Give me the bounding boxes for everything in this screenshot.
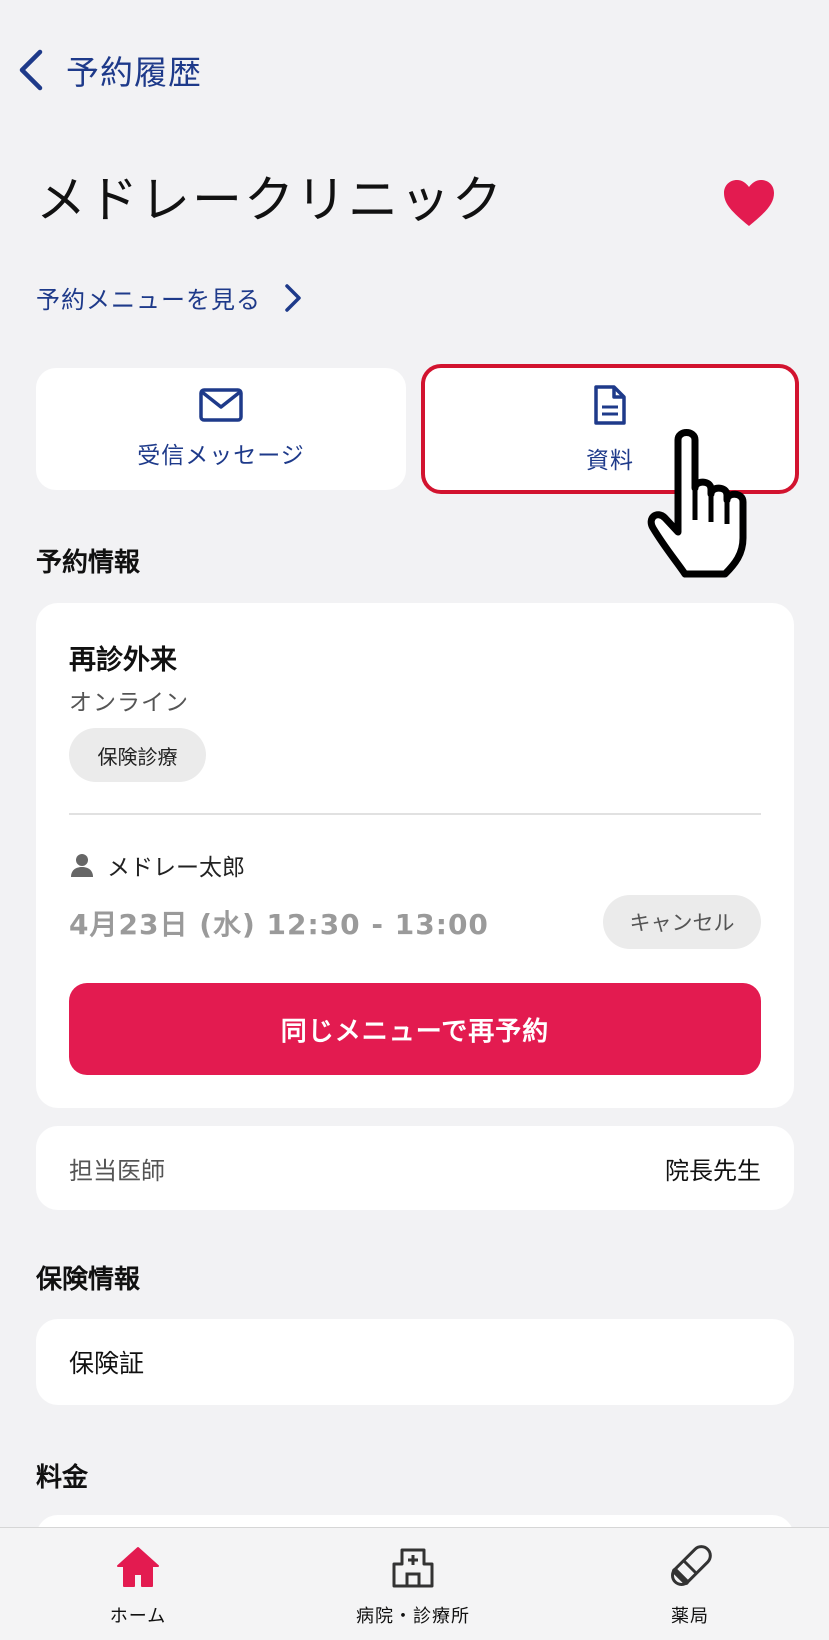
person-icon bbox=[69, 852, 95, 878]
patient-row: メドレー太郎 bbox=[69, 848, 245, 882]
documents-label: 資料 bbox=[586, 448, 634, 474]
doctor-label: 担当医師 bbox=[69, 1156, 165, 1185]
bottom-tab-bar: ホーム 病院・診療所 薬局 bbox=[0, 1527, 829, 1640]
tab-hospital-label: 病院・診療所 bbox=[356, 1606, 470, 1627]
reservation-section-title: 予約情報 bbox=[36, 548, 141, 578]
insurance-tag: 保険診療 bbox=[69, 728, 206, 782]
clinic-name: メドレークリニック bbox=[36, 171, 504, 229]
tab-pharmacy-label: 薬局 bbox=[671, 1606, 709, 1627]
insurance-card-row[interactable]: 保険証 bbox=[36, 1319, 794, 1405]
patient-name: メドレー太郎 bbox=[107, 855, 245, 881]
fee-section-title: 料金 bbox=[36, 1463, 89, 1493]
tab-home-label: ホーム bbox=[109, 1606, 167, 1627]
pill-icon bbox=[667, 1544, 713, 1590]
chevron-right-icon bbox=[283, 282, 303, 314]
rebook-button[interactable]: 同じメニューで再予約 bbox=[69, 983, 761, 1075]
hand-pointer-icon bbox=[645, 422, 775, 582]
visit-name: 再診外来 bbox=[69, 645, 177, 676]
visit-type: オンライン bbox=[69, 690, 189, 716]
reservation-datetime: 4月23日 (水) 12:30 - 13:00 bbox=[69, 908, 489, 941]
mail-icon bbox=[199, 388, 243, 426]
tab-pharmacy[interactable]: 薬局 bbox=[590, 1544, 790, 1628]
chevron-left-icon[interactable] bbox=[18, 48, 48, 92]
hospital-icon bbox=[390, 1544, 436, 1590]
reservation-card: 再診外来 オンライン 保険診療 メドレー太郎 4月23日 (水) 12:30 -… bbox=[36, 603, 794, 1108]
cancel-button[interactable]: キャンセル bbox=[603, 895, 761, 949]
back-label[interactable]: 予約履歴 bbox=[66, 46, 202, 94]
messages-label: 受信メッセージ bbox=[137, 443, 305, 469]
insurance-section-title: 保険情報 bbox=[36, 1265, 141, 1295]
doctor-row: 担当医師 院長先生 bbox=[36, 1126, 794, 1210]
view-menu-link[interactable]: 予約メニューを見る bbox=[36, 280, 303, 315]
tab-home[interactable]: ホーム bbox=[38, 1544, 238, 1628]
divider bbox=[69, 813, 761, 815]
view-menu-label[interactable]: 予約メニューを見る bbox=[36, 280, 261, 315]
tab-hospital[interactable]: 病院・診療所 bbox=[313, 1544, 513, 1628]
document-icon bbox=[592, 383, 628, 431]
heart-icon[interactable] bbox=[722, 178, 776, 228]
doctor-value: 院長先生 bbox=[665, 1156, 761, 1185]
insurance-card-label: 保険証 bbox=[69, 1349, 145, 1378]
messages-button[interactable]: 受信メッセージ bbox=[36, 368, 406, 490]
home-icon bbox=[115, 1544, 161, 1590]
reservation-detail-screen: 予約履歴 メドレークリニック 予約メニューを見る 受信メッセージ 資料 予約情報… bbox=[0, 0, 829, 1640]
back-nav[interactable]: 予約履歴 bbox=[18, 44, 202, 96]
